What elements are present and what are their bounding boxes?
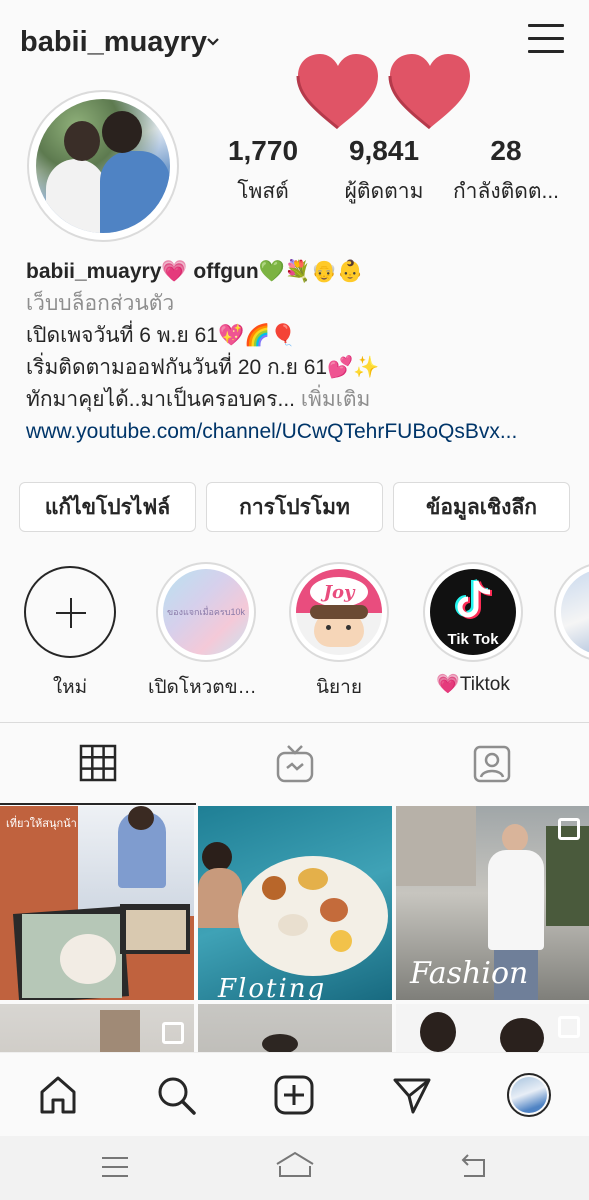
highlight-cover-text: Tik Tok — [447, 631, 499, 648]
new-highlight-button[interactable] — [24, 566, 116, 658]
highlight-cover-text: Joy — [323, 581, 355, 603]
highlight-cover-text: ของแจกเมื่อครบ10k — [167, 607, 245, 617]
highlight-label: เปิดโหวตของ... — [148, 677, 264, 698]
menu-button[interactable] — [528, 24, 564, 56]
system-navigation-bar — [0, 1136, 589, 1200]
posts-stat[interactable]: 1,770 โพสต์ — [222, 135, 304, 208]
highlight-novel[interactable]: Joy นิยาย — [284, 562, 394, 702]
post-overlay-text: Fashion — [410, 956, 529, 991]
menu-line — [528, 50, 564, 53]
nav-home[interactable] — [34, 1071, 82, 1119]
bio-line: ทักมาคุยได้..มาเป็นครอบคร... — [26, 388, 296, 411]
posts-label: โพสต์ — [237, 180, 289, 203]
following-stat[interactable]: 28 กำลังติดต... — [448, 135, 564, 208]
tab-igtv[interactable] — [197, 723, 393, 805]
menu-line — [528, 24, 564, 27]
add-post-icon — [274, 1075, 314, 1115]
chevron-down-icon[interactable] — [205, 34, 221, 50]
following-label: กำลังติดต... — [452, 180, 560, 203]
recent-apps-icon[interactable] — [100, 1154, 130, 1180]
nav-direct[interactable] — [388, 1071, 436, 1119]
followers-stat[interactable]: 9,841 ผู้ติดตาม — [336, 135, 432, 208]
post-thumbnail[interactable]: Floting — [198, 806, 392, 1000]
heart-sticker-icon — [296, 54, 378, 130]
post-thumbnail[interactable]: เที่ยวให้สนุกน้า — [0, 806, 194, 1000]
igtv-icon — [276, 745, 314, 783]
posts-count: 1,770 — [227, 135, 299, 166]
carousel-icon — [558, 1016, 580, 1038]
bio-line: เริ่มติดตามออฟกันวันที่ 20 ก.ย 61💕✨ — [26, 356, 380, 379]
tiktok-icon — [455, 579, 493, 619]
avatar-photo — [36, 99, 170, 233]
edit-profile-button[interactable]: แก้ไขโปรไฟล์ — [19, 482, 196, 532]
bio-line-truncated: ทักมาคุยได้..มาเป็นครอบคร... เพิ่มเติม — [26, 384, 566, 416]
post-overlay-text: Floting — [218, 974, 327, 1000]
nav-new-post[interactable] — [270, 1071, 318, 1119]
grid-icon — [79, 744, 117, 782]
top-bar: babii_muayry — [0, 0, 589, 88]
profile-avatar[interactable] — [27, 90, 179, 242]
display-name: babii_muayry💗 offgun💚💐👴👶 — [26, 260, 364, 283]
home-button-icon[interactable] — [274, 1150, 316, 1182]
post-thumbnail[interactable] — [396, 1004, 589, 1054]
post-thumbnail[interactable] — [198, 1004, 392, 1054]
bottom-navigation — [0, 1052, 589, 1136]
post-thumbnail[interactable]: Fashion — [396, 806, 589, 1000]
highlight-label: ใหม่ — [52, 677, 88, 698]
search-icon — [158, 1077, 196, 1115]
insights-button[interactable]: ข้อมูลเชิงลึก — [393, 482, 570, 532]
highlight-label: นิยาย — [316, 677, 362, 698]
profile-tabs — [0, 722, 589, 805]
send-icon — [393, 1078, 431, 1114]
more-link[interactable]: เพิ่มเติม — [301, 388, 371, 411]
highlight-tiktok[interactable]: Tik Tok 💗Tiktok — [418, 562, 528, 696]
post-grid: เที่ยวให้สนุกน้า Floting Fashion — [0, 806, 589, 1054]
tab-grid[interactable] — [0, 723, 196, 805]
carousel-icon — [162, 1022, 184, 1044]
tab-tagged[interactable] — [394, 723, 589, 805]
highlight-label: 💗Tiktok — [436, 674, 510, 695]
highlight-partial[interactable] — [554, 562, 589, 662]
promote-button[interactable]: การโปรโมท — [206, 482, 383, 532]
website-link[interactable]: www.youtube.com/channel/UCwQTehrFUBoQsBv… — [26, 416, 566, 448]
following-count: 28 — [490, 135, 522, 166]
account-switcher[interactable]: babii_muayry — [20, 26, 207, 59]
post-overlay-text: เที่ยวให้สนุกน้า — [6, 818, 77, 830]
highlight-vote[interactable]: ของแจกเมื่อครบ10k เปิดโหวตของ... — [148, 562, 264, 702]
back-icon[interactable] — [458, 1152, 490, 1182]
profile-avatar-small — [507, 1073, 551, 1117]
profile-bio: babii_muayry💗 offgun💚💐👴👶 เว็บบล็อกส่วนตั… — [26, 256, 566, 448]
heart-sticker-icon — [388, 54, 470, 130]
home-icon — [40, 1076, 76, 1114]
followers-count: 9,841 — [348, 135, 420, 166]
category-label: เว็บบล็อกส่วนตัว — [26, 292, 175, 315]
highlight-new[interactable]: ใหม่ — [15, 562, 125, 702]
nav-search[interactable] — [152, 1071, 200, 1119]
post-thumbnail[interactable] — [0, 1004, 194, 1054]
carousel-icon — [558, 818, 580, 840]
nav-profile[interactable] — [505, 1071, 553, 1119]
followers-label: ผู้ติดตาม — [344, 180, 424, 203]
menu-line — [528, 37, 564, 40]
bio-line: เปิดเพจวันที่ 6 พ.ย 61💖🌈🎈 — [26, 324, 297, 347]
tagged-icon — [473, 745, 511, 783]
